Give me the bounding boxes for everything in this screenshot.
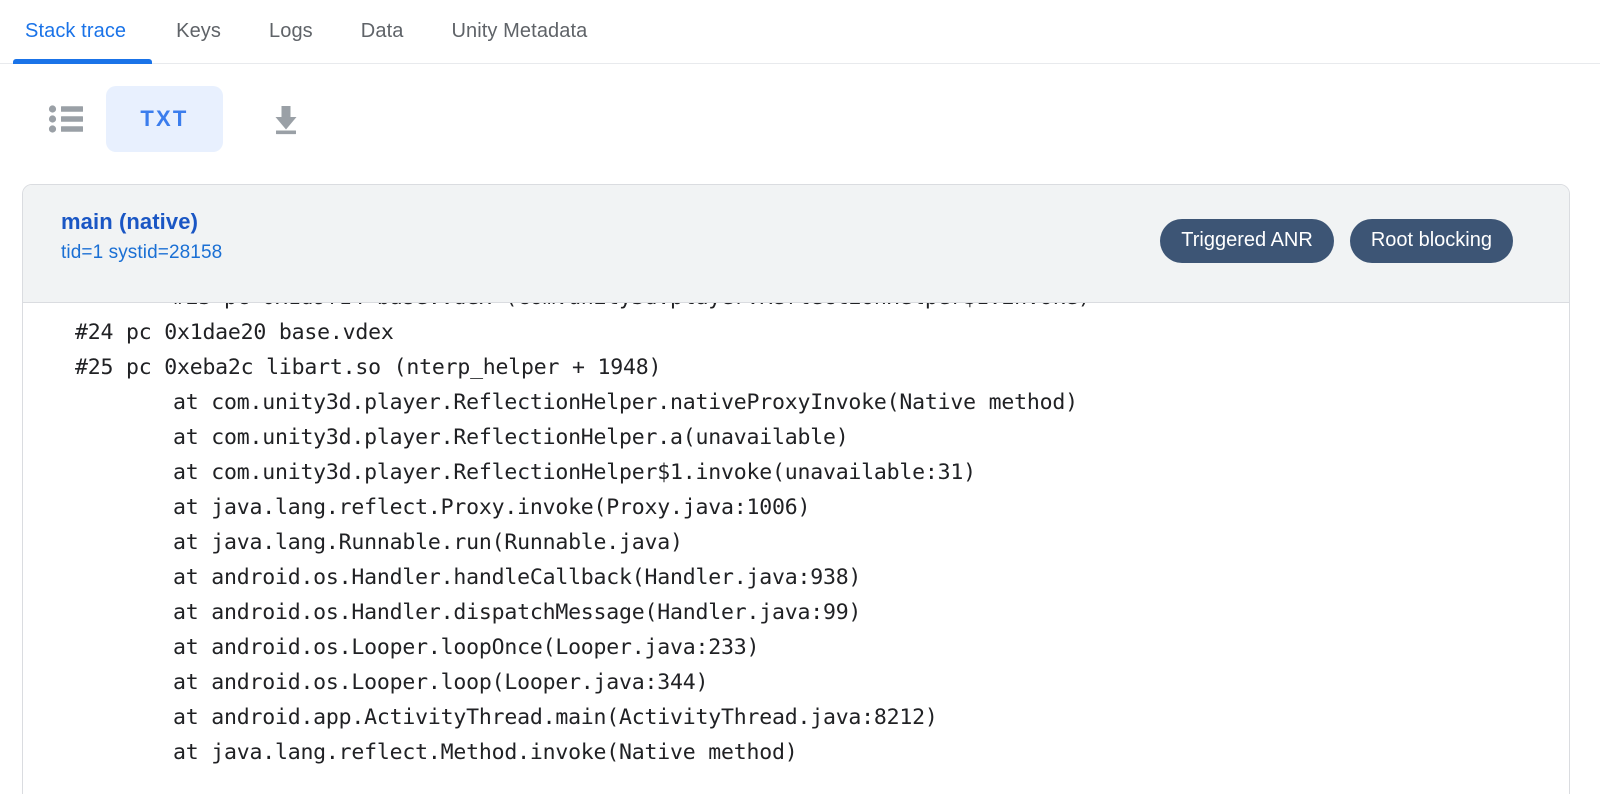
trace-line-clipped: #23 pc 0x1d9f14 base.vdex (com.unity3d.p… xyxy=(75,303,1569,315)
tab-data[interactable]: Data xyxy=(337,0,428,64)
list-view-button[interactable] xyxy=(38,91,94,147)
trace-line: at java.lang.Runnable.run(Runnable.java) xyxy=(75,525,1569,560)
list-view-icon xyxy=(48,104,84,134)
tab-label: Logs xyxy=(269,20,313,43)
trace-line: at java.lang.reflect.Method.invoke(Nativ… xyxy=(75,735,1569,770)
trace-line: at android.os.Handler.dispatchMessage(Ha… xyxy=(75,595,1569,630)
tab-stack-trace[interactable]: Stack trace xyxy=(13,0,152,64)
tab-label: Data xyxy=(361,20,404,43)
tab-bar: Stack trace Keys Logs Data Unity Metadat… xyxy=(0,0,1600,64)
tab-logs[interactable]: Logs xyxy=(245,0,337,64)
trace-line: at java.lang.reflect.Proxy.invoke(Proxy.… xyxy=(75,490,1569,525)
thread-header: main (native) tid=1 systid=28158 Trigger… xyxy=(23,185,1569,303)
status-badge-triggered-anr: Triggered ANR xyxy=(1160,219,1334,263)
trace-line: #24 pc 0x1dae20 base.vdex xyxy=(75,315,1569,350)
stack-trace-lines: #23 pc 0x1d9f14 base.vdex (com.unity3d.p… xyxy=(23,303,1569,770)
tab-unity-metadata[interactable]: Unity Metadata xyxy=(427,0,611,64)
trace-line: #25 pc 0xeba2c libart.so (nterp_helper +… xyxy=(75,350,1569,385)
trace-line: at android.os.Handler.handleCallback(Han… xyxy=(75,560,1569,595)
download-icon xyxy=(270,103,302,135)
tab-keys[interactable]: Keys xyxy=(152,0,245,64)
tab-label: Keys xyxy=(176,20,221,43)
status-badge-root-blocking: Root blocking xyxy=(1350,219,1513,263)
trace-line: at com.unity3d.player.ReflectionHelper.n… xyxy=(75,385,1569,420)
view-toolbar: TXT xyxy=(0,64,1600,174)
thread-ids: tid=1 systid=28158 xyxy=(61,242,222,264)
trace-line: at com.unity3d.player.ReflectionHelper.a… xyxy=(75,420,1569,455)
stack-trace-card: main (native) tid=1 systid=28158 Trigger… xyxy=(22,184,1570,794)
txt-view-label: TXT xyxy=(140,106,188,132)
download-button[interactable] xyxy=(258,91,314,147)
stack-trace-body[interactable]: #23 pc 0x1d9f14 base.vdex (com.unity3d.p… xyxy=(23,303,1569,794)
trace-line: at android.os.Looper.loop(Looper.java:34… xyxy=(75,665,1569,700)
thread-badges: Triggered ANR Root blocking xyxy=(1160,207,1543,263)
trace-line: at android.app.ActivityThread.main(Activ… xyxy=(75,700,1569,735)
tab-label: Unity Metadata xyxy=(451,20,587,43)
trace-line: at android.os.Looper.loopOnce(Looper.jav… xyxy=(75,630,1569,665)
txt-view-button[interactable]: TXT xyxy=(106,86,223,152)
trace-line: at com.unity3d.player.ReflectionHelper$1… xyxy=(75,455,1569,490)
thread-info: main (native) tid=1 systid=28158 xyxy=(61,207,222,264)
tab-label: Stack trace xyxy=(25,20,126,43)
thread-name[interactable]: main (native) xyxy=(61,209,222,235)
